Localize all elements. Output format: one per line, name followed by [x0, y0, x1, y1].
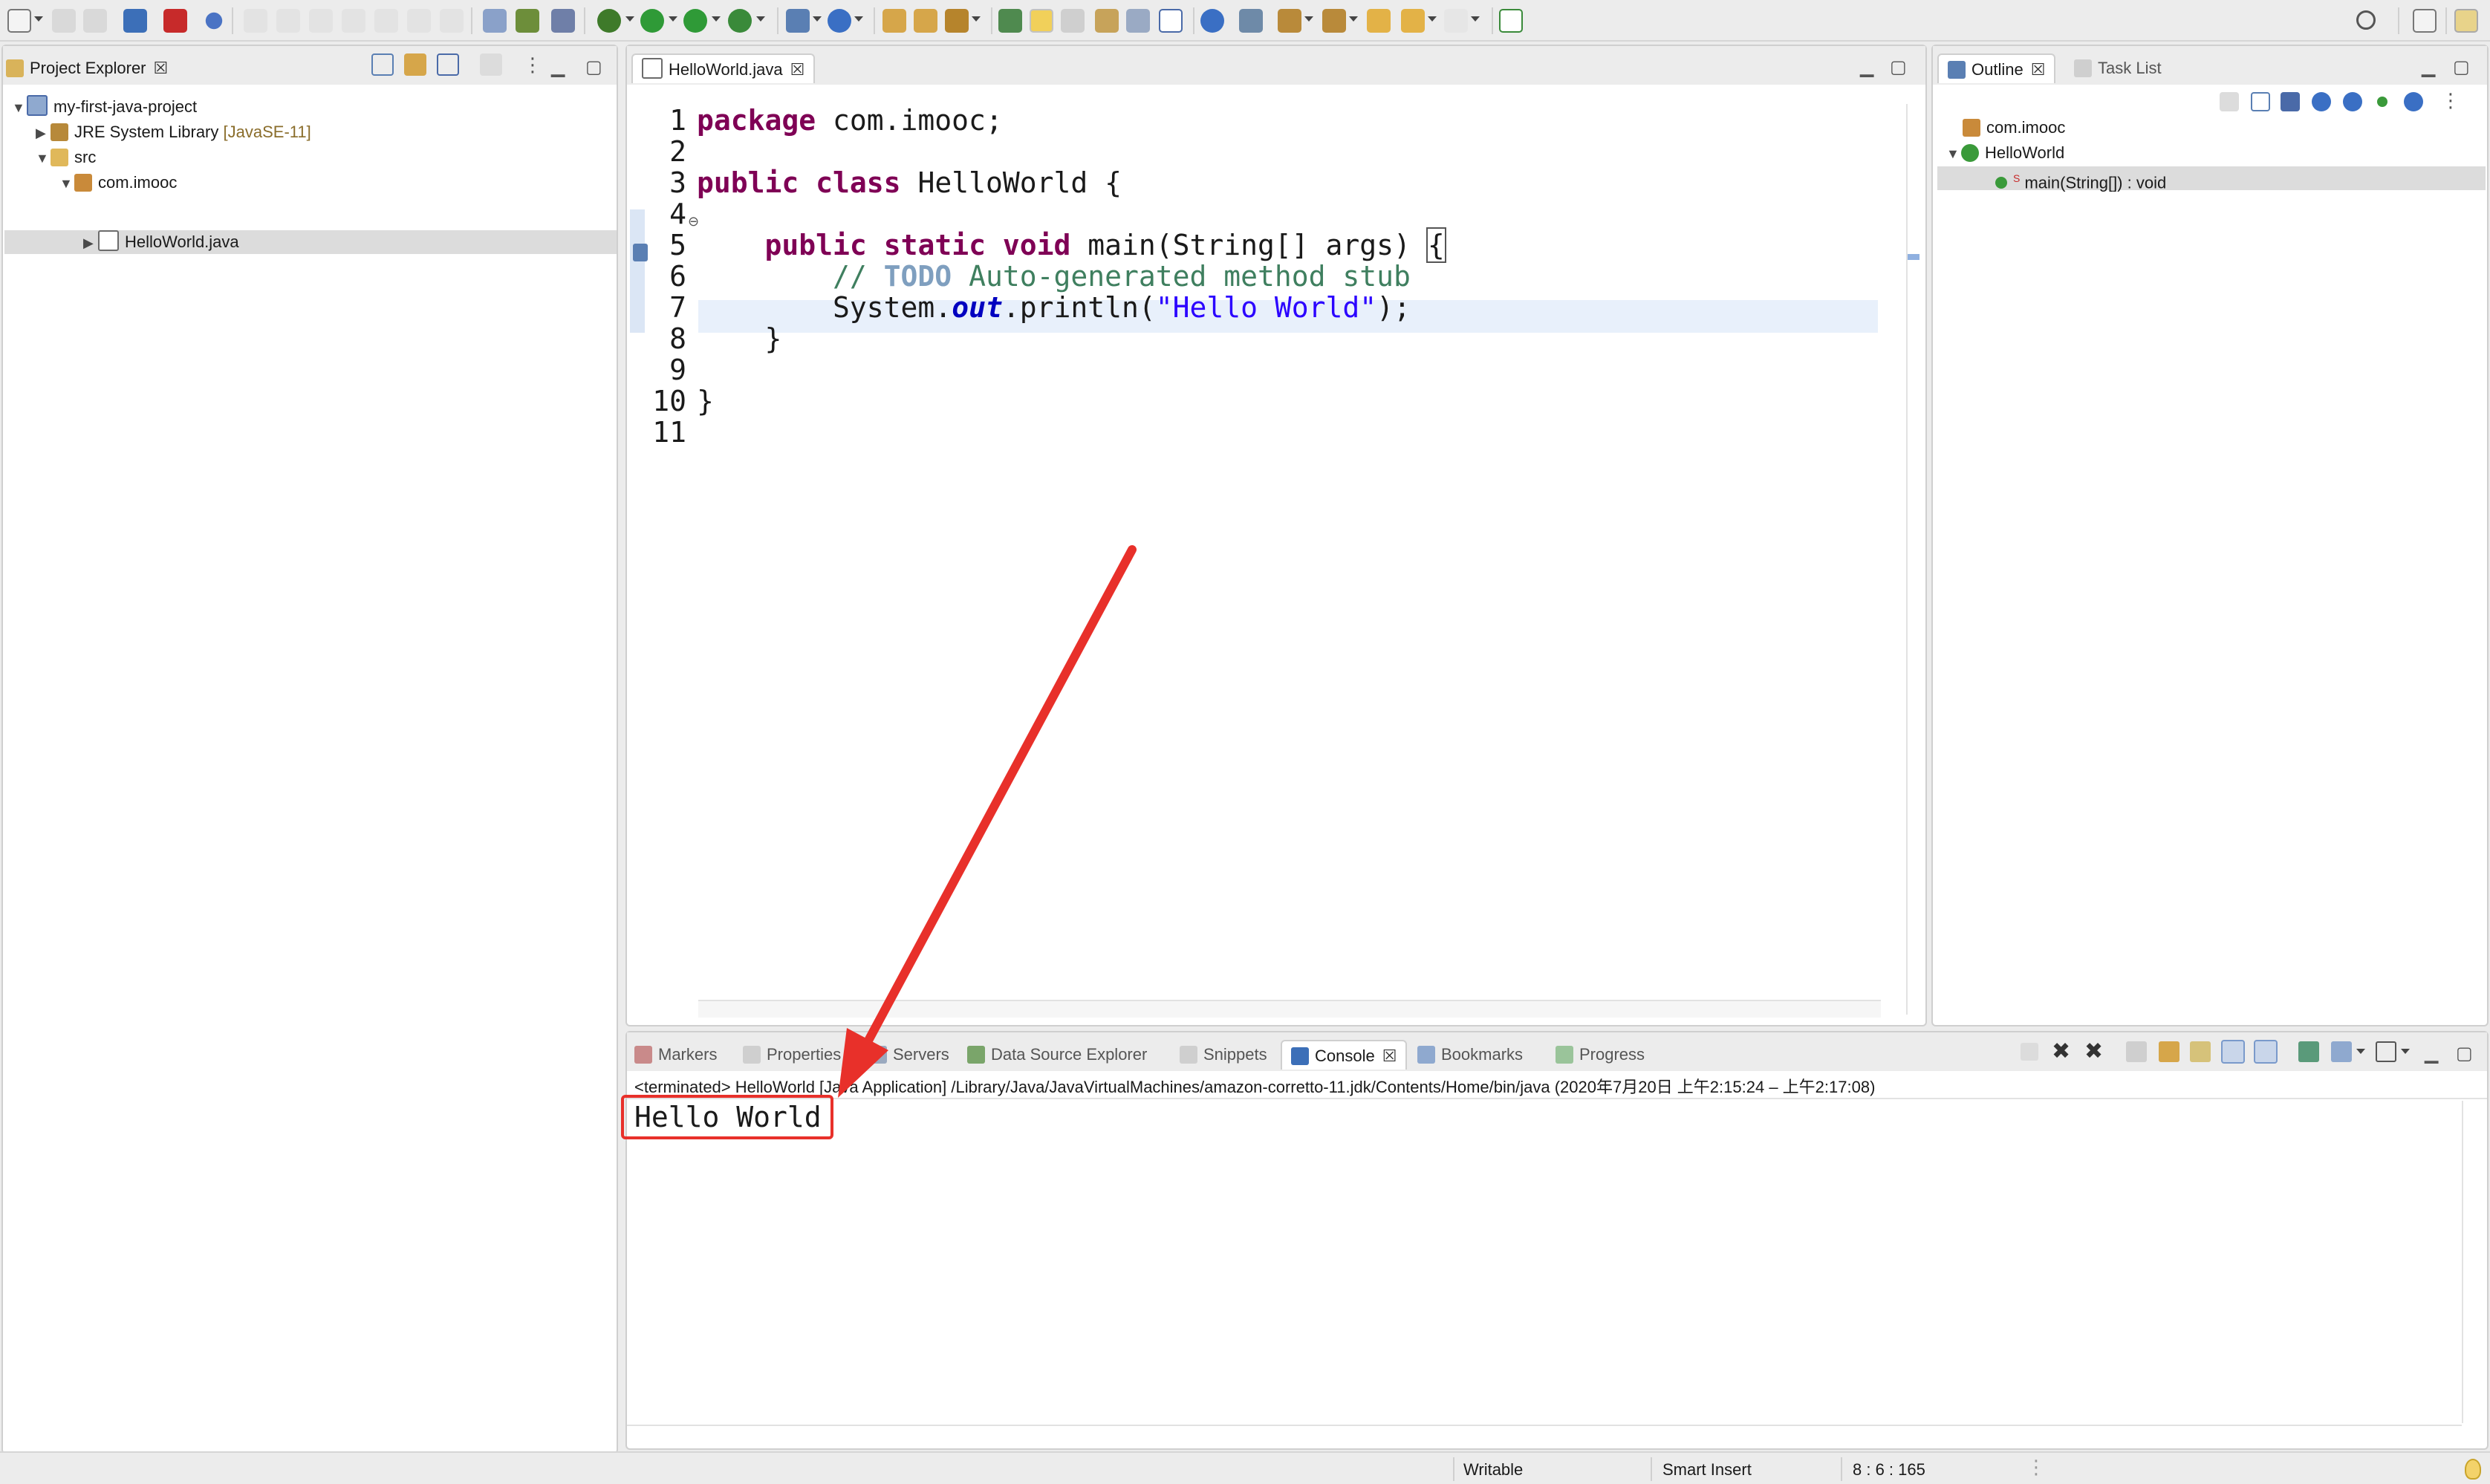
status-bar: Writable Smart Insert 8 : 6 : 165 ⋮ [0, 1451, 2490, 1484]
status-grip-icon: ⋮ [2026, 1456, 2046, 1478]
annotation-arrowhead [838, 1028, 888, 1098]
annotation-arrow-layer [838, 545, 1137, 1098]
annotation-arrow [859, 545, 1137, 1055]
status-insert-mode[interactable]: Smart Insert [1662, 1460, 1752, 1480]
status-cursor-position[interactable]: 8 : 6 : 165 [1853, 1460, 1925, 1480]
status-writable: Writable [1463, 1460, 1524, 1479]
divider [1453, 1457, 1454, 1481]
lightbulb-icon[interactable] [2465, 1459, 2481, 1480]
divider [1651, 1457, 1652, 1481]
divider [1841, 1457, 1842, 1481]
